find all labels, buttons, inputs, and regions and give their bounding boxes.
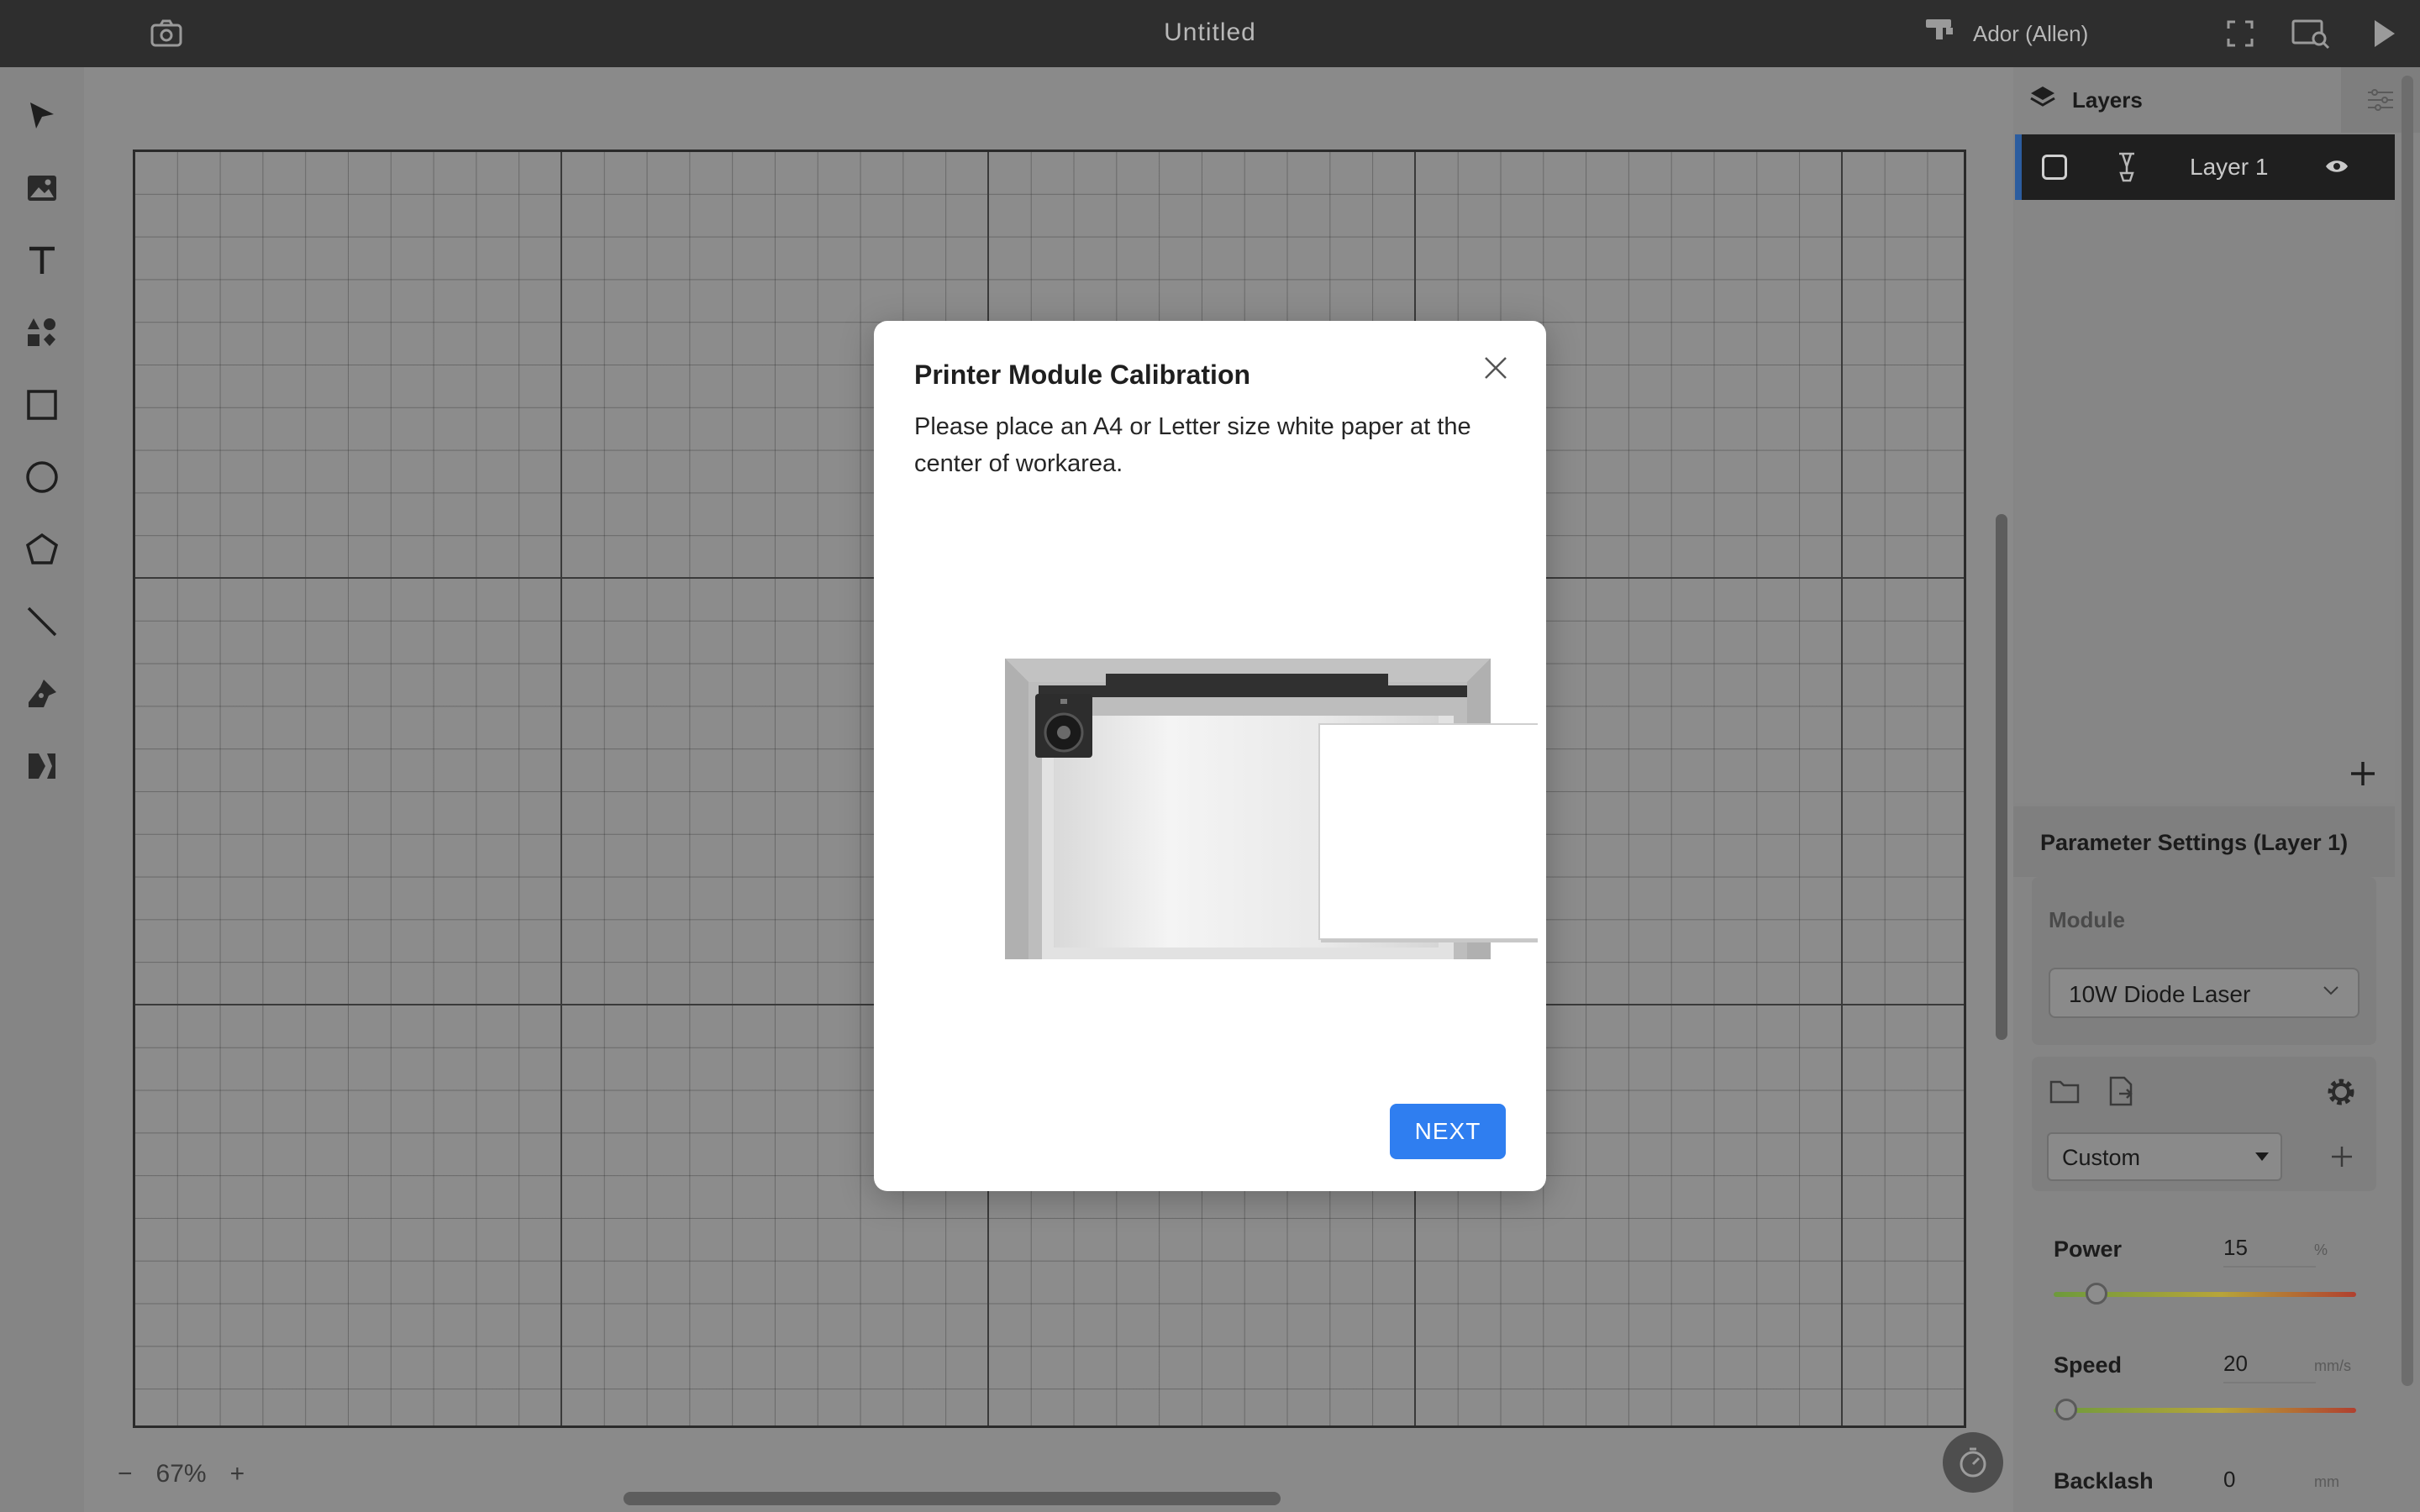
layers-list bbox=[2015, 200, 2395, 803]
layer-row-layer-1[interactable]: Layer 1 bbox=[2015, 134, 2395, 200]
pen-icon[interactable] bbox=[22, 674, 62, 714]
add-layer-button[interactable] bbox=[2348, 756, 2378, 795]
power-unit: % bbox=[2314, 1242, 2328, 1259]
speed-slider[interactable] bbox=[2054, 1408, 2356, 1413]
backlash-input[interactable]: 0 bbox=[2223, 1467, 2316, 1498]
preset-select[interactable]: Custom bbox=[2047, 1132, 2282, 1181]
speed-slider-knob[interactable] bbox=[2055, 1399, 2077, 1420]
calibration-dialog: Printer Module Calibration Please place … bbox=[874, 321, 1546, 1191]
fullscreen-icon[interactable] bbox=[2223, 17, 2257, 50]
eye-icon[interactable] bbox=[2324, 156, 2349, 181]
top-bar: Untitled Ador (Allen) bbox=[0, 0, 2420, 67]
backlash-label: Backlash bbox=[2054, 1468, 2154, 1494]
dialog-instruction: Please place an A4 or Letter size white … bbox=[914, 408, 1502, 482]
gear-icon[interactable] bbox=[2324, 1075, 2358, 1113]
backlash-unit: mm bbox=[2314, 1473, 2339, 1491]
power-label: Power bbox=[2054, 1236, 2122, 1263]
preview-search-icon[interactable] bbox=[2291, 17, 2331, 50]
play-icon[interactable] bbox=[2366, 17, 2400, 50]
machine-selector[interactable]: Ador (Allen) bbox=[1924, 17, 2088, 50]
dialog-title: Printer Module Calibration bbox=[914, 360, 1250, 391]
module-value: 10W Diode Laser bbox=[2069, 981, 2250, 1007]
horizontal-scrollbar[interactable] bbox=[623, 1492, 1281, 1505]
module-select[interactable]: 10W Diode Laser bbox=[2049, 968, 2360, 1018]
zoom-controls: − 67% + bbox=[118, 1460, 245, 1488]
rectangle-icon[interactable] bbox=[22, 385, 62, 425]
next-button[interactable]: NEXT bbox=[1390, 1104, 1506, 1159]
zoom-in-button[interactable]: + bbox=[230, 1460, 245, 1488]
chevron-down-icon bbox=[2321, 979, 2341, 1006]
speed-unit: mm/s bbox=[2314, 1357, 2351, 1375]
folder-icon[interactable] bbox=[2049, 1077, 2081, 1110]
time-estimate-icon[interactable] bbox=[1943, 1432, 2003, 1493]
parameter-settings-header: Parameter Settings (Layer 1) bbox=[2013, 806, 2395, 877]
image-icon[interactable] bbox=[22, 168, 62, 208]
export-preset-icon[interactable] bbox=[2106, 1075, 2134, 1111]
power-input[interactable]: 15 bbox=[2223, 1235, 2316, 1268]
zoom-out-button[interactable]: − bbox=[118, 1460, 133, 1488]
layers-title: Layers bbox=[2072, 87, 2143, 113]
power-slider-knob[interactable] bbox=[2086, 1283, 2107, 1305]
left-toolbar bbox=[0, 67, 84, 1512]
ellipse-icon[interactable] bbox=[22, 457, 62, 497]
machine-icon bbox=[1924, 16, 1958, 52]
layer-name[interactable]: Layer 1 bbox=[2190, 154, 2268, 181]
vertical-scrollbar[interactable] bbox=[1996, 514, 2007, 1040]
cursor-icon[interactable] bbox=[22, 96, 62, 136]
close-icon[interactable] bbox=[1479, 351, 1512, 385]
right-panel-scrollbar[interactable] bbox=[2402, 76, 2413, 1386]
text-icon[interactable] bbox=[22, 240, 62, 281]
add-preset-button[interactable] bbox=[2329, 1144, 2354, 1173]
line-icon[interactable] bbox=[22, 601, 62, 642]
layer-select-checkbox[interactable] bbox=[2042, 155, 2067, 180]
laser-module-icon bbox=[2114, 151, 2139, 187]
machine-name: Ador (Allen) bbox=[1973, 21, 2088, 47]
elements-icon[interactable] bbox=[22, 312, 62, 353]
module-label: Module bbox=[2049, 907, 2125, 933]
layers-icon bbox=[2028, 83, 2057, 118]
speed-input[interactable]: 20 bbox=[2223, 1351, 2316, 1383]
speed-label: Speed bbox=[2054, 1352, 2122, 1378]
caret-down-icon bbox=[2255, 1152, 2269, 1161]
layers-header: Layers bbox=[2013, 67, 2341, 133]
polygon-icon[interactable] bbox=[22, 529, 62, 570]
module-section bbox=[2032, 877, 2376, 1045]
power-slider[interactable] bbox=[2054, 1292, 2356, 1297]
zoom-level: 67% bbox=[156, 1460, 207, 1488]
calibration-illustration bbox=[966, 606, 1538, 959]
dmkt-icon[interactable] bbox=[22, 746, 62, 786]
preset-value: Custom bbox=[2062, 1145, 2140, 1170]
